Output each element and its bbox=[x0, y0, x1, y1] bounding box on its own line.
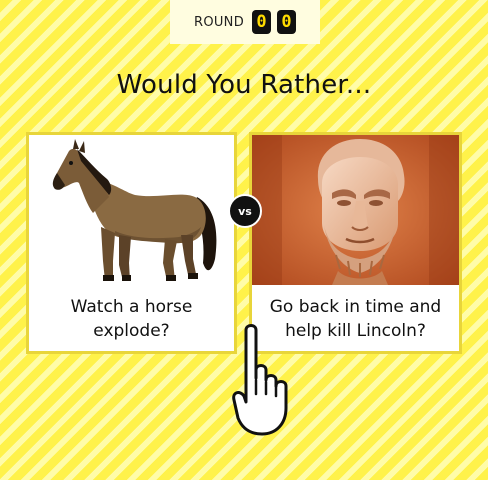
option-text-lincoln-line1: Go back in time and bbox=[269, 297, 442, 317]
option-text-horse-line2: explode? bbox=[93, 321, 170, 341]
hand-pointer-icon bbox=[232, 324, 288, 436]
round-digit-2: 0 bbox=[277, 10, 296, 34]
lincoln-statue-image bbox=[252, 135, 459, 285]
vs-badge: vs bbox=[228, 194, 262, 228]
option-text-horse: Watch a horse explode? bbox=[35, 295, 228, 343]
round-digit-1: 0 bbox=[252, 10, 271, 34]
round-counter: ROUND 0 0 bbox=[170, 0, 320, 44]
round-label: ROUND bbox=[193, 14, 244, 30]
option-text-horse-line1: Watch a horse bbox=[70, 297, 193, 317]
option-card-horse[interactable]: Watch a horse explode? bbox=[26, 132, 237, 354]
page-title: Would You Rather... bbox=[116, 70, 372, 100]
horse-image bbox=[29, 135, 234, 285]
